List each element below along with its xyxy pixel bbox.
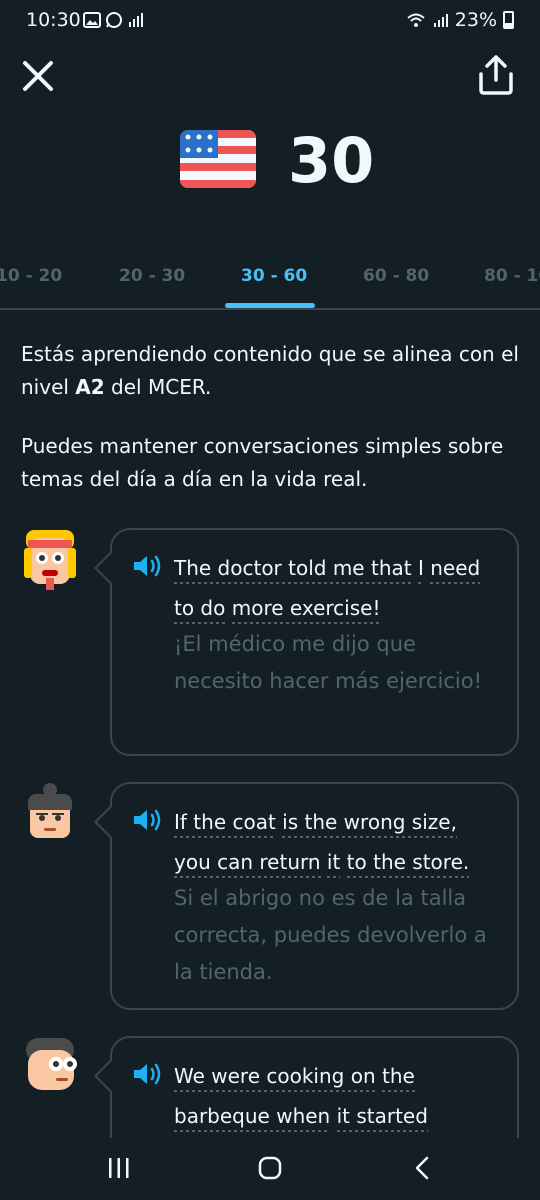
example-sentence-translation: ¡El médico me dijo que necesito hacer má… (174, 632, 482, 693)
word-chunk[interactable]: The doctor told me that (174, 556, 412, 584)
character-avatar-lily (24, 530, 76, 590)
example-sentence-english: The doctor told me that I need to do mor… (174, 548, 501, 628)
status-bar: 10:30 23% (0, 0, 540, 42)
back-icon[interactable] (410, 1156, 436, 1180)
example-bubble-1: The doctor told me that I need to do mor… (110, 528, 519, 756)
system-nav-bar (0, 1138, 540, 1200)
status-time: 10:30 (26, 9, 81, 31)
gallery-icon (83, 12, 101, 28)
battery-percent: 23% (454, 9, 497, 31)
tab-80-100[interactable]: 80 - 10 (484, 266, 540, 286)
example-sentence-translation: Si el abrigo no es de la talla correcta,… (174, 886, 487, 984)
word-chunk[interactable]: barbeque when (174, 1104, 331, 1132)
active-tab-indicator (225, 303, 315, 308)
character-avatar-oscar (28, 783, 72, 838)
score-range-tabs: 10 - 20 20 - 30 30 - 60 60 - 80 80 - 10 (0, 250, 540, 310)
character-avatar-junior (26, 1038, 77, 1090)
ability-description: Puedes mantener conversaciones simples s… (21, 434, 504, 491)
tab-10-20[interactable]: 10 - 20 (0, 266, 62, 286)
whatsapp-icon (106, 12, 122, 28)
sentence-line: to do more exercise! (174, 588, 501, 628)
home-icon[interactable] (257, 1156, 283, 1180)
tab-30-60[interactable]: 30 - 60 (241, 266, 307, 286)
speaker-icon[interactable] (132, 1060, 164, 1088)
word-chunk[interactable]: it (326, 850, 341, 878)
recent-apps-icon[interactable] (106, 1156, 132, 1180)
cell-signal-icon (433, 14, 448, 27)
word-chunk[interactable]: is the wrong size, (282, 810, 457, 838)
sentence-line: The doctor told me that I need (174, 548, 501, 588)
us-flag-icon (180, 130, 256, 188)
battery-icon (503, 11, 514, 29)
word-chunk[interactable]: to do (174, 596, 226, 624)
tab-60-80[interactable]: 60 - 80 (363, 266, 429, 286)
score-value: 30 (288, 124, 375, 197)
wifi-icon (407, 13, 425, 27)
level-description: Estás aprendiendo contenido que se aline… (21, 338, 526, 404)
sentence-line: you can return it to the store. (174, 842, 501, 882)
word-chunk[interactable]: it started (336, 1104, 428, 1132)
sentence-line: We were cooking on the (174, 1056, 501, 1096)
sentence-line: If the coat is the wrong size, (174, 802, 501, 842)
cefr-level: A2 (75, 375, 105, 399)
level-text-2: del MCER. (104, 375, 212, 399)
share-icon[interactable] (476, 54, 516, 96)
speaker-icon[interactable] (132, 552, 164, 580)
speaker-icon[interactable] (132, 806, 164, 834)
system-icons: 23% (407, 9, 514, 31)
sentence-line: barbeque when it started (174, 1096, 501, 1136)
word-chunk[interactable]: If the coat (174, 810, 276, 838)
example-sentence-english: We were cooking on the barbeque when it … (174, 1056, 501, 1136)
word-chunk[interactable]: to the store. (346, 850, 470, 878)
example-sentence-english: If the coat is the wrong size, you can r… (174, 802, 501, 882)
word-chunk[interactable]: I (417, 556, 424, 584)
word-chunk[interactable]: need (430, 556, 481, 584)
tab-20-30[interactable]: 20 - 30 (119, 266, 185, 286)
signal-boost-icon (129, 13, 143, 27)
word-chunk[interactable]: more exercise! (231, 596, 381, 624)
word-chunk[interactable]: you can return (174, 850, 321, 878)
notification-icons (83, 11, 145, 29)
word-chunk[interactable]: the (381, 1064, 415, 1092)
word-chunk[interactable]: We were cooking on (174, 1064, 376, 1092)
example-bubble-2: If the coat is the wrong size, you can r… (110, 782, 519, 1010)
close-icon[interactable] (20, 58, 56, 94)
